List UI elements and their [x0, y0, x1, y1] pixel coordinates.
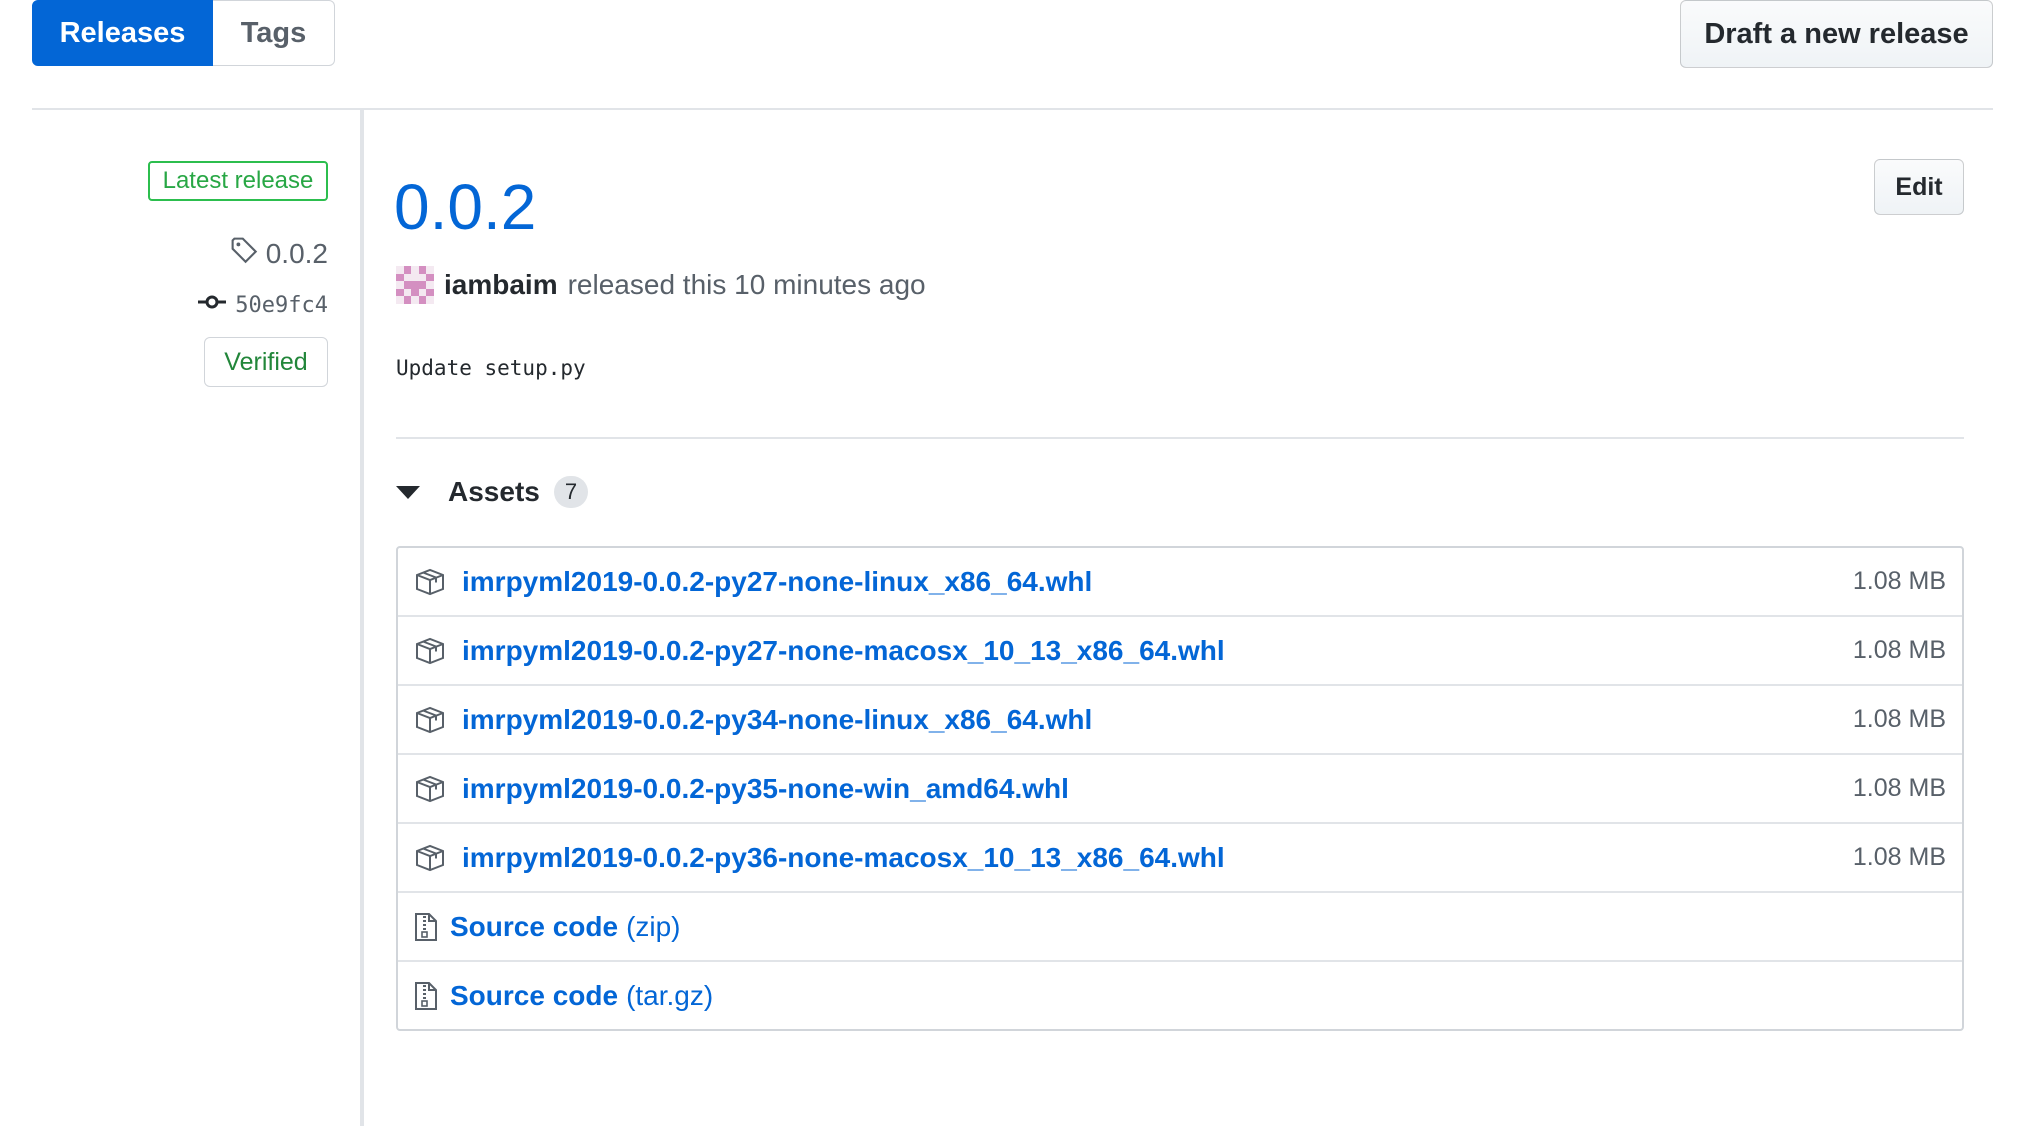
- asset-row: imrpyml2019-0.0.2-py35-none-win_amd64.wh…: [398, 753, 1962, 822]
- asset-size: 1.08 MB: [1852, 843, 1946, 871]
- asset-size: 1.08 MB: [1852, 705, 1946, 733]
- release-title[interactable]: 0.0.2: [394, 168, 536, 246]
- draft-release-button[interactable]: Draft a new release: [1680, 0, 1993, 68]
- commit-sha: 50e9fc4: [235, 292, 328, 318]
- avatar[interactable]: [396, 266, 434, 304]
- release-tabs: Releases Tags: [32, 0, 335, 68]
- asset-size: 1.08 MB: [1852, 774, 1946, 802]
- package-icon: [414, 843, 448, 873]
- asset-row: imrpyml2019-0.0.2-py36-none-macosx_10_13…: [398, 822, 1962, 891]
- commit-icon: [197, 292, 227, 318]
- asset-row: imrpyml2019-0.0.2-py27-none-linux_x86_64…: [398, 548, 1962, 615]
- source-zip-format[interactable]: (zip): [626, 911, 680, 943]
- timeline-line: [360, 110, 364, 1126]
- asset-size: 1.08 MB: [1852, 567, 1946, 595]
- release-notes: Update setup.py: [396, 356, 586, 380]
- tab-releases[interactable]: Releases: [32, 0, 213, 66]
- tag-icon: [230, 236, 258, 271]
- asset-row: Source code (zip): [398, 891, 1962, 960]
- package-icon: [414, 567, 448, 597]
- asset-link[interactable]: imrpyml2019-0.0.2-py27-none-macosx_10_13…: [462, 635, 1225, 667]
- edit-button[interactable]: Edit: [1874, 159, 1964, 215]
- header-divider: [32, 108, 1993, 110]
- asset-row: imrpyml2019-0.0.2-py34-none-linux_x86_64…: [398, 684, 1962, 753]
- asset-link[interactable]: imrpyml2019-0.0.2-py27-none-linux_x86_64…: [462, 566, 1092, 598]
- verified-badge[interactable]: Verified: [204, 337, 328, 387]
- package-icon: [414, 636, 448, 666]
- source-targz-format[interactable]: (tar.gz): [626, 980, 713, 1012]
- asset-link[interactable]: imrpyml2019-0.0.2-py34-none-linux_x86_64…: [462, 704, 1092, 736]
- asset-link[interactable]: imrpyml2019-0.0.2-py36-none-macosx_10_13…: [462, 842, 1225, 874]
- notes-divider: [396, 437, 1964, 439]
- assets-label: Assets: [448, 476, 540, 507]
- source-targz-link[interactable]: Source code: [450, 980, 618, 1012]
- file-zip-icon: [414, 981, 440, 1011]
- assets-toggle[interactable]: Assets 7: [396, 476, 589, 508]
- release-commit[interactable]: 50e9fc4: [197, 292, 328, 318]
- file-zip-icon: [414, 912, 440, 942]
- release-tag[interactable]: 0.0.2: [230, 236, 328, 271]
- latest-release-badge: Latest release: [148, 161, 328, 201]
- released-text: released this 10 minutes ago: [567, 269, 926, 300]
- triangle-down-icon: [396, 485, 420, 499]
- assets-list: imrpyml2019-0.0.2-py27-none-linux_x86_64…: [396, 546, 1964, 1031]
- tag-label: 0.0.2: [265, 237, 328, 269]
- release-byline: iambaim released this 10 minutes ago: [396, 266, 926, 304]
- package-icon: [414, 774, 448, 804]
- asset-size: 1.08 MB: [1852, 636, 1946, 664]
- tab-tags[interactable]: Tags: [213, 0, 335, 66]
- source-zip-link[interactable]: Source code: [450, 911, 618, 943]
- assets-count: 7: [553, 476, 589, 508]
- package-icon: [414, 705, 448, 735]
- asset-link[interactable]: imrpyml2019-0.0.2-py35-none-win_amd64.wh…: [462, 773, 1069, 805]
- author-link[interactable]: iambaim: [444, 269, 558, 301]
- asset-row: imrpyml2019-0.0.2-py27-none-macosx_10_13…: [398, 615, 1962, 684]
- asset-row: Source code (tar.gz): [398, 960, 1962, 1029]
